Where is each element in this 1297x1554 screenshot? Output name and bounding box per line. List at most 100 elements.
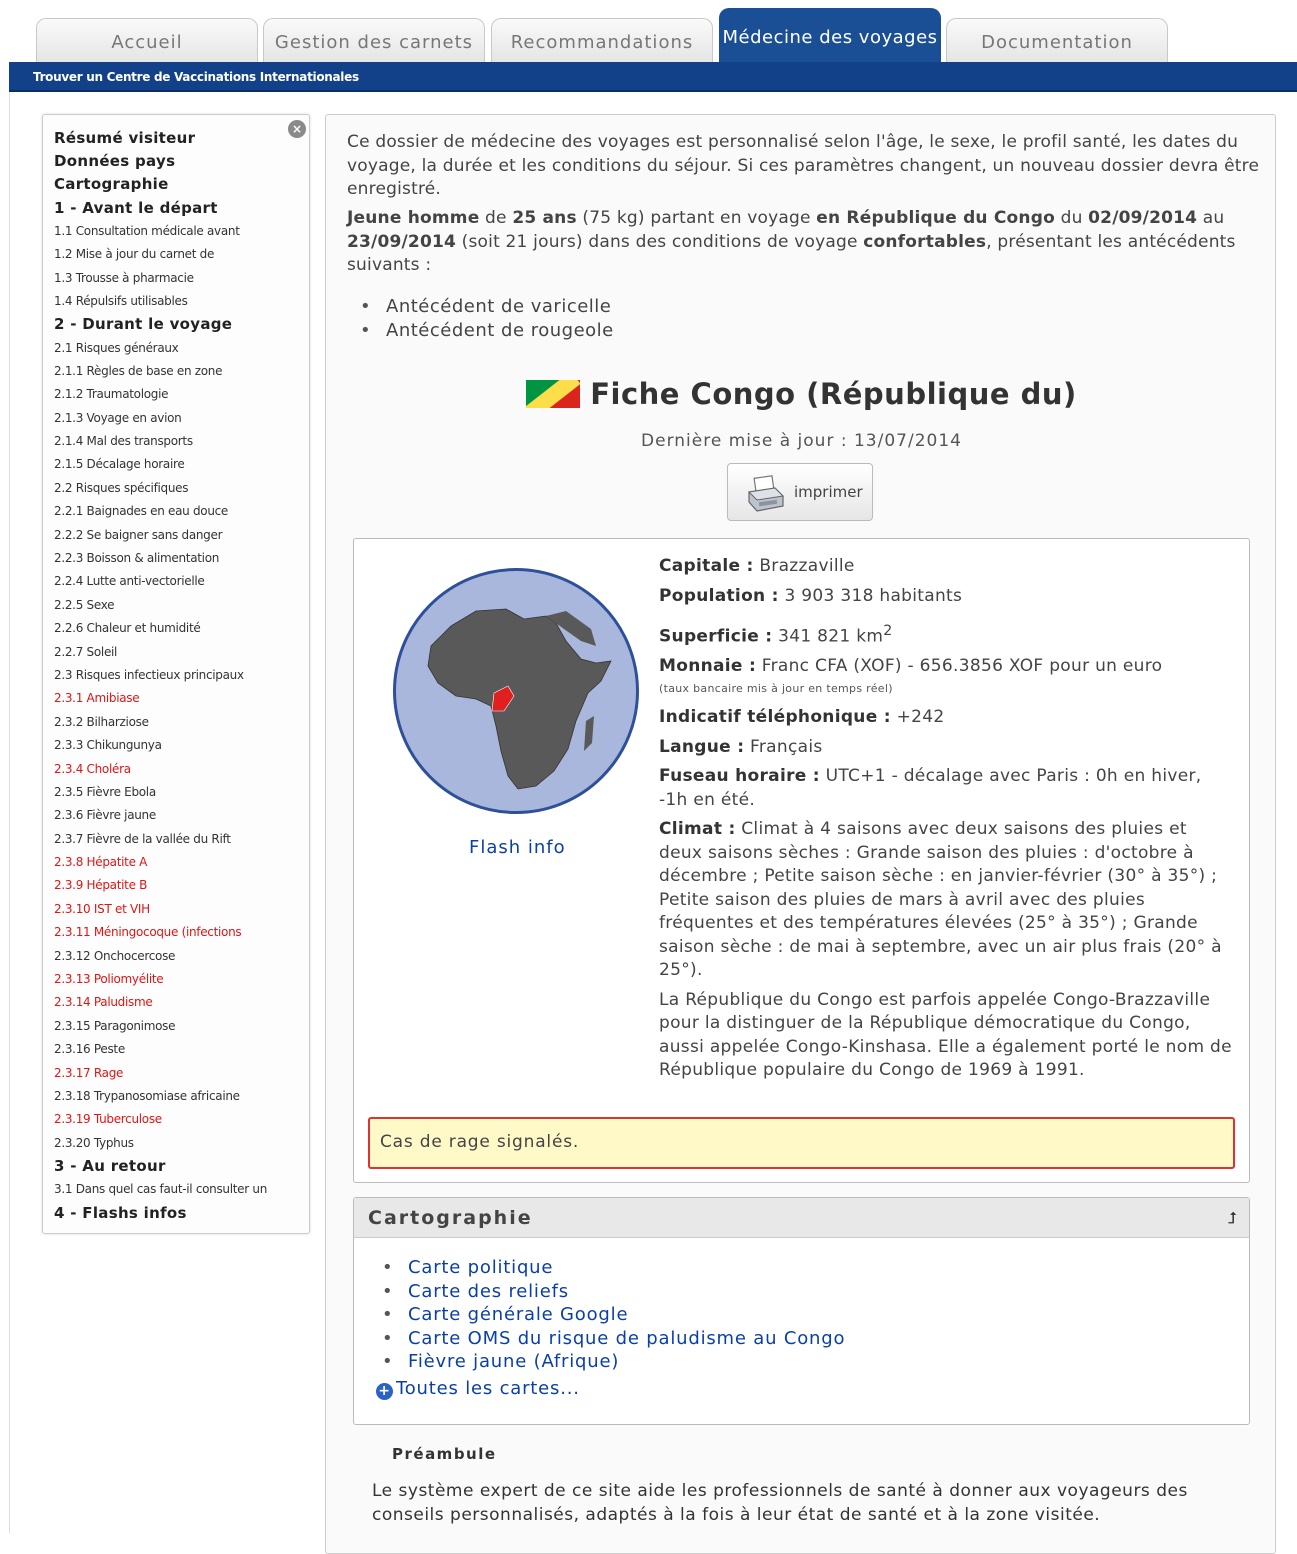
tab-documentation[interactable]: Documentation — [946, 18, 1168, 64]
tab-recommandations[interactable]: Recommandations — [491, 18, 713, 64]
list-item: Carte politique — [382, 1256, 845, 1280]
sidebar-item[interactable]: 2.1.3 Voyage en avion — [54, 407, 306, 430]
weight: (75 kg) partant en voyage — [576, 208, 817, 228]
sidebar-item[interactable]: 2.3.3 Chikungunya — [54, 734, 306, 757]
cartographie-title: Cartographie — [354, 1198, 1249, 1238]
sidebar-item[interactable]: 4 - Flashs infos — [54, 1202, 306, 1225]
map-link-oms-paludisme[interactable]: Carte OMS du risque de paludisme au Cong… — [408, 1328, 845, 1349]
all-maps-link[interactable]: + Toutes les cartes... — [376, 1378, 580, 1400]
page-divider — [9, 92, 10, 1533]
sidebar-item[interactable]: 2.3.8 Hépatite A — [54, 851, 306, 874]
list-item: Carte OMS du risque de paludisme au Cong… — [382, 1327, 845, 1351]
sidebar-item[interactable]: 2.3.12 Onchocercose — [54, 945, 306, 968]
sidebar-item[interactable]: 2.1.2 Traumatologie — [54, 383, 306, 406]
superficie-label: Superficie : — [659, 626, 773, 647]
sidebar-item[interactable]: Cartographie — [54, 173, 306, 196]
destination: en République du Congo — [816, 208, 1055, 228]
sidebar-item[interactable]: 1 - Avant le départ — [54, 197, 306, 220]
monnaie-label: Monnaie : — [659, 656, 757, 677]
sidebar-item[interactable]: 2.2.1 Baignades en eau douce — [54, 500, 306, 523]
sidebar-item[interactable]: 2.3.17 Rage — [54, 1062, 306, 1085]
tab-gestion-carnets[interactable]: Gestion des carnets — [263, 18, 485, 64]
sidebar-item[interactable]: 2.1.4 Mal des transports — [54, 430, 306, 453]
map-link-politique[interactable]: Carte politique — [408, 1257, 553, 1278]
sidebar-nav: Résumé visiteur Données pays Cartographie 1… — [54, 127, 306, 1225]
sidebar-item[interactable]: 2.3.11 Méningocoque (infections — [54, 921, 306, 944]
sidebar-item[interactable]: 1.4 Répulsifs utilisables — [54, 290, 306, 313]
find-vaccination-center-link[interactable]: Trouver un Centre de Vaccinations Intern… — [33, 70, 359, 84]
sidebar-item[interactable]: 3.1 Dans quel cas faut-il consulter un — [54, 1178, 306, 1201]
sidebar-item[interactable]: 2.3 Risques infectieux principaux — [54, 664, 306, 687]
preambule-title: Préambule — [392, 1445, 497, 1463]
sidebar-item[interactable]: Résumé visiteur — [54, 127, 306, 150]
printer-icon — [747, 475, 785, 512]
intro-text: Ce dossier de médecine des voyages est p… — [347, 132, 1260, 199]
congo-flag-icon — [526, 380, 581, 408]
population-row: Population : 3 903 318 habitants — [659, 585, 1234, 609]
sidebar-item[interactable]: 2.2.7 Soleil — [54, 641, 306, 664]
monnaie-value: Franc CFA (XOF) - 656.3856 XOF pour un e… — [756, 656, 1163, 677]
list-item: Carte générale Google — [382, 1303, 845, 1327]
sidebar-item[interactable]: 2.2.3 Boisson & alimentation — [54, 547, 306, 570]
profile: Jeune homme — [347, 208, 480, 228]
langue-label: Langue : — [659, 736, 745, 757]
sidebar-item[interactable]: 2.3.14 Paludisme — [54, 991, 306, 1014]
sub-nav-bar: Trouver un Centre de Vaccinations Intern… — [9, 62, 1297, 92]
langue-row: Langue : Français — [659, 736, 1234, 760]
population-label: Population : — [659, 585, 779, 606]
print-button[interactable]: imprimer — [727, 463, 873, 521]
sidebar-item[interactable]: 2.2.6 Chaleur et humidité — [54, 617, 306, 640]
antecedents-list: Antécédent de varicelle Antécédent de ro… — [360, 295, 614, 343]
sidebar-item[interactable]: 2.3.19 Tuberculose — [54, 1108, 306, 1131]
sidebar-item[interactable]: 2.2.5 Sexe — [54, 594, 306, 617]
capitale-value: Brazzaville — [753, 556, 855, 576]
sidebar-item[interactable]: 2.3.5 Fièvre Ebola — [54, 781, 306, 804]
sidebar-item[interactable]: Données pays — [54, 150, 306, 173]
sidebar-item[interactable]: 2.3.13 Poliomyélite — [54, 968, 306, 991]
sidebar-item[interactable]: 2.3.20 Typhus — [54, 1132, 306, 1155]
au-word: au — [1197, 208, 1225, 228]
sidebar-item[interactable]: 2.2.4 Lutte anti-vectorielle — [54, 570, 306, 593]
sidebar-item[interactable]: 2.1.1 Règles de base en zone — [54, 360, 306, 383]
map-link-fievre-jaune[interactable]: Fièvre jaune (Afrique) — [408, 1351, 619, 1372]
sidebar-item[interactable]: 1.1 Consultation médicale avant — [54, 220, 306, 243]
sidebar-item[interactable]: 2.3.2 Bilharziose — [54, 711, 306, 734]
sidebar-item[interactable]: 2.3.16 Peste — [54, 1038, 306, 1061]
map-links: Carte politique Carte des reliefs Carte … — [382, 1256, 845, 1374]
tab-medecine-voyages[interactable]: Médecine des voyages — [719, 8, 941, 64]
country-facts: Capitale : Brazzaville Population : 3 90… — [659, 555, 1234, 1089]
conditions: confortables — [863, 231, 987, 252]
map-link-reliefs[interactable]: Carte des reliefs — [408, 1281, 569, 1302]
all-maps-label: Toutes les cartes... — [396, 1378, 580, 1399]
country-description: La République du Congo est parfois appel… — [659, 989, 1232, 1081]
du-word: du — [1054, 208, 1089, 228]
list-item: Antécédent de varicelle — [360, 295, 614, 319]
map-link-google[interactable]: Carte générale Google — [408, 1304, 628, 1325]
sidebar-item[interactable]: 2.3.15 Paragonimose — [54, 1015, 306, 1038]
sidebar-item[interactable]: 2.3.4 Choléra — [54, 758, 306, 781]
sidebar-item[interactable]: 2.1.5 Décalage horaire — [54, 453, 306, 476]
sidebar-item[interactable]: 3 - Au retour — [54, 1155, 306, 1178]
sidebar-item[interactable]: 1.3 Trousse à pharmacie — [54, 267, 306, 290]
age: 25 ans — [512, 208, 577, 228]
capitale-label: Capitale : — [659, 556, 754, 576]
sidebar-item[interactable]: 2.3.7 Fièvre de la vallée du Rift — [54, 828, 306, 851]
sidebar-item[interactable]: 2.1 Risques généraux — [54, 337, 306, 360]
sidebar-item[interactable]: 2 - Durant le voyage — [54, 313, 306, 336]
sidebar-item[interactable]: 2.3.6 Fièvre jaune — [54, 804, 306, 827]
sidebar-item[interactable]: 2.3.1 Amibiase — [54, 687, 306, 710]
indicatif-value: +242 — [890, 707, 945, 728]
sidebar-item[interactable]: 2.3.18 Trypanosomiase africaine — [54, 1085, 306, 1108]
list-item: Fièvre jaune (Afrique) — [382, 1350, 845, 1374]
sidebar-item[interactable]: 2.3.10 IST et VIH — [54, 898, 306, 921]
flash-info-link[interactable]: Flash info — [469, 837, 566, 858]
monnaie-row: Monnaie : Franc CFA (XOF) - 656.3856 XOF… — [659, 655, 1234, 679]
expand-icon[interactable]: ⮥ — [1228, 1208, 1237, 1228]
sidebar-item[interactable]: 1.2 Mise à jour du carnet de — [54, 243, 306, 266]
sidebar-item[interactable]: 2.2 Risques spécifiques — [54, 477, 306, 500]
tab-accueil[interactable]: Accueil — [36, 18, 258, 64]
climat-label: Climat : — [659, 819, 736, 840]
sidebar-item[interactable]: 2.2.2 Se baigner sans danger — [54, 524, 306, 547]
list-item: Antécédent de rougeole — [360, 319, 614, 343]
sidebar-item[interactable]: 2.3.9 Hépatite B — [54, 874, 306, 897]
